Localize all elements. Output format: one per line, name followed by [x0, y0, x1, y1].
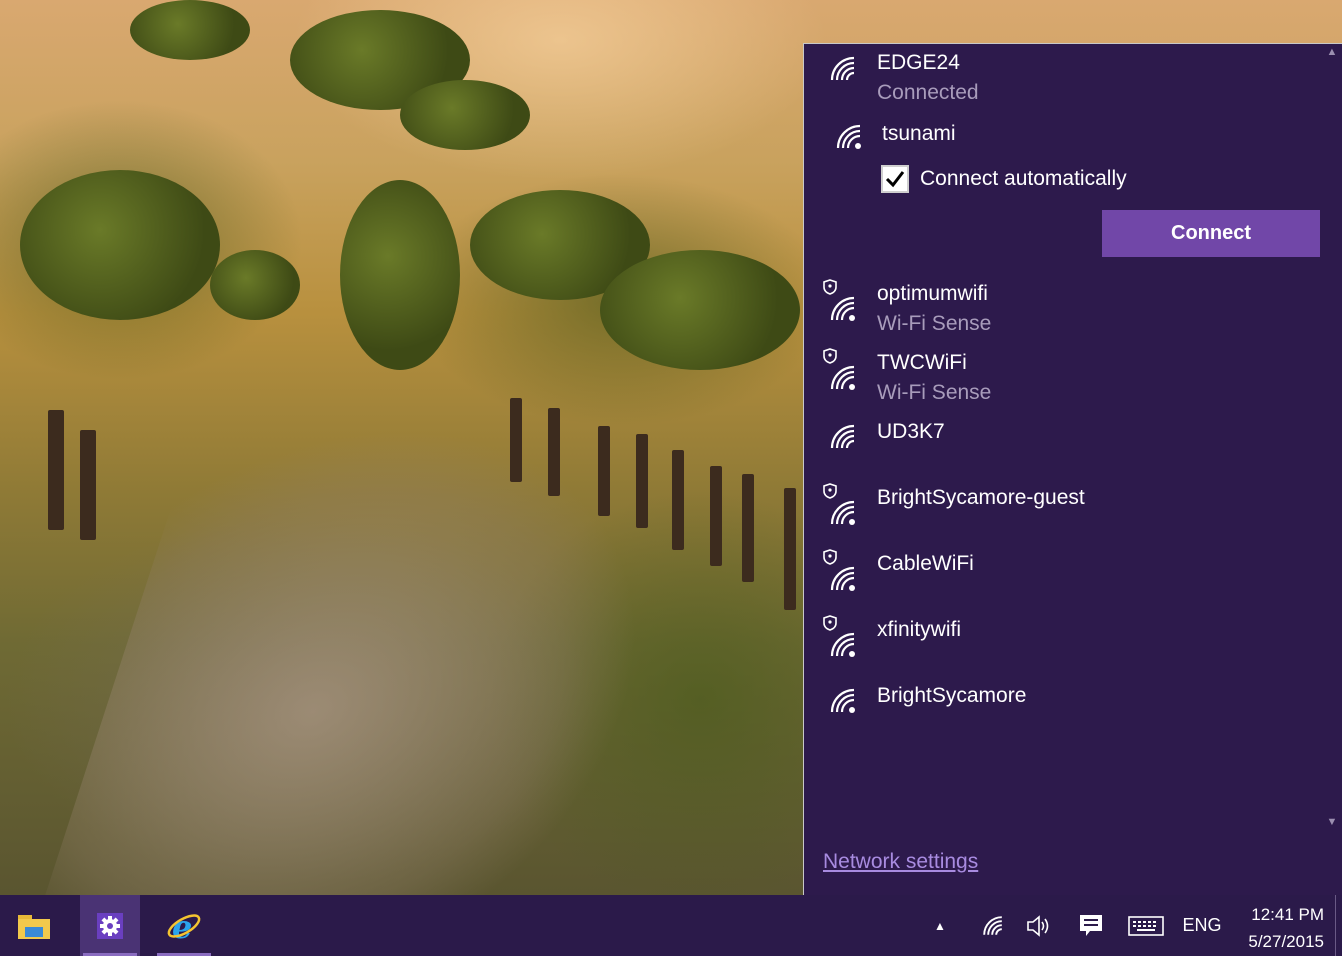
- wallpaper-tree: [130, 0, 250, 60]
- network-item-cablewifi[interactable]: CableWiFi: [804, 546, 1322, 610]
- language-indicator: ENG: [1182, 915, 1222, 935]
- wallpaper-tree: [400, 80, 530, 150]
- tray-network-button[interactable]: [976, 895, 1010, 956]
- wifi-icon: [830, 56, 855, 81]
- wallpaper-tree: [600, 250, 800, 370]
- network-name: tsunami: [882, 122, 956, 145]
- settings-gear-icon: [97, 912, 123, 939]
- network-status: Wi-Fi Sense: [877, 381, 992, 404]
- fence-post: [636, 434, 648, 528]
- network-item-optimumwifi[interactable]: optimumwifi Wi-Fi Sense: [804, 276, 1322, 344]
- scroll-up-arrow-icon[interactable]: ▲: [1325, 46, 1339, 58]
- network-name: UD3K7: [877, 420, 945, 443]
- wifi-icon: [830, 500, 855, 525]
- network-name: BrightSycamore-guest: [877, 486, 1085, 509]
- wallpaper-dirt-path: [43, 430, 717, 900]
- fence-post: [80, 430, 96, 540]
- tray-action-center-button[interactable]: [1074, 895, 1108, 956]
- network-item-brightsycamore-guest[interactable]: BrightSycamore-guest: [804, 480, 1322, 544]
- connect-automatically-label: Connect automatically: [920, 167, 1127, 190]
- network-flyout: EDGE24 Connected tsunami Connect automat…: [803, 43, 1342, 895]
- wifi-icon: [983, 915, 1002, 935]
- tray-clock[interactable]: 12:41 PM 5/27/2015: [1248, 901, 1324, 955]
- tray-volume-button[interactable]: [1022, 895, 1056, 956]
- tray-touch-keyboard-button[interactable]: [1124, 895, 1168, 956]
- taskbar-app-file-explorer[interactable]: [4, 895, 64, 956]
- clock-date: 5/27/2015: [1248, 932, 1324, 951]
- fence-post: [598, 426, 610, 516]
- shield-icon: [823, 483, 837, 499]
- network-name: EDGE24: [877, 51, 960, 74]
- svg-text:e: e: [172, 908, 192, 944]
- network-name: xfinitywifi: [877, 618, 962, 641]
- wifi-icon: [836, 124, 861, 149]
- show-hidden-icons-button[interactable]: ▲: [926, 895, 954, 956]
- flyout-scrollbar[interactable]: ▲ ▼: [1322, 44, 1342, 834]
- connect-automatically-checkbox[interactable]: [881, 165, 909, 193]
- network-status: Wi-Fi Sense: [877, 312, 992, 335]
- clock-time: 12:41 PM: [1251, 905, 1324, 924]
- fence-post: [710, 466, 722, 566]
- fence-post: [48, 410, 64, 530]
- internet-explorer-icon: e: [167, 908, 201, 944]
- wifi-icon: [830, 632, 855, 657]
- network-name: TWCWiFi: [877, 351, 967, 374]
- network-item-brightsycamore[interactable]: BrightSycamore: [804, 678, 1322, 742]
- checkmark-icon: [885, 171, 905, 188]
- shield-icon: [823, 348, 837, 364]
- network-item-ud3k7[interactable]: UD3K7: [804, 414, 1322, 478]
- connect-button[interactable]: Connect: [1102, 210, 1320, 257]
- shield-icon: [823, 549, 837, 565]
- network-item-edge24[interactable]: EDGE24 Connected: [804, 44, 1322, 110]
- shield-icon: [823, 279, 837, 295]
- message-icon: [1080, 914, 1102, 936]
- scroll-down-arrow-icon[interactable]: ▼: [1325, 816, 1339, 828]
- tray-language-button[interactable]: ENG: [1180, 895, 1224, 956]
- fence-post: [742, 474, 754, 582]
- network-name: optimumwifi: [877, 282, 988, 305]
- fence-post: [784, 488, 796, 610]
- wallpaper-tree: [340, 180, 460, 370]
- wifi-icon: [830, 566, 855, 591]
- fence-post: [510, 398, 522, 482]
- wifi-icon: [830, 296, 855, 321]
- fence-post: [672, 450, 684, 550]
- shield-icon: [823, 615, 837, 631]
- speaker-icon: [1027, 914, 1049, 937]
- taskbar-app-settings[interactable]: [80, 895, 140, 956]
- wifi-icon: [830, 365, 855, 390]
- network-status: Connected: [877, 81, 979, 104]
- network-item-twcwifi[interactable]: TWCWiFi Wi-Fi Sense: [804, 345, 1322, 413]
- network-name: CableWiFi: [877, 552, 974, 575]
- network-item-xfinitywifi[interactable]: xfinitywifi: [804, 612, 1322, 676]
- taskbar-app-internet-explorer[interactable]: e: [154, 895, 214, 956]
- file-explorer-icon: [18, 914, 50, 939]
- show-desktop-button[interactable]: [1335, 895, 1342, 956]
- keyboard-icon: [1128, 915, 1164, 936]
- wallpaper-tree: [20, 170, 220, 320]
- chevron-up-icon: ▲: [934, 918, 946, 933]
- fence-post: [548, 408, 560, 496]
- taskbar: e ▲ ENG 12:41 PM 5/27/2015: [0, 895, 1342, 956]
- wallpaper-tree: [210, 250, 300, 320]
- wifi-icon: [830, 688, 855, 713]
- wifi-icon: [830, 424, 855, 449]
- network-name: BrightSycamore: [877, 684, 1027, 707]
- network-settings-link[interactable]: Network settings: [823, 850, 978, 874]
